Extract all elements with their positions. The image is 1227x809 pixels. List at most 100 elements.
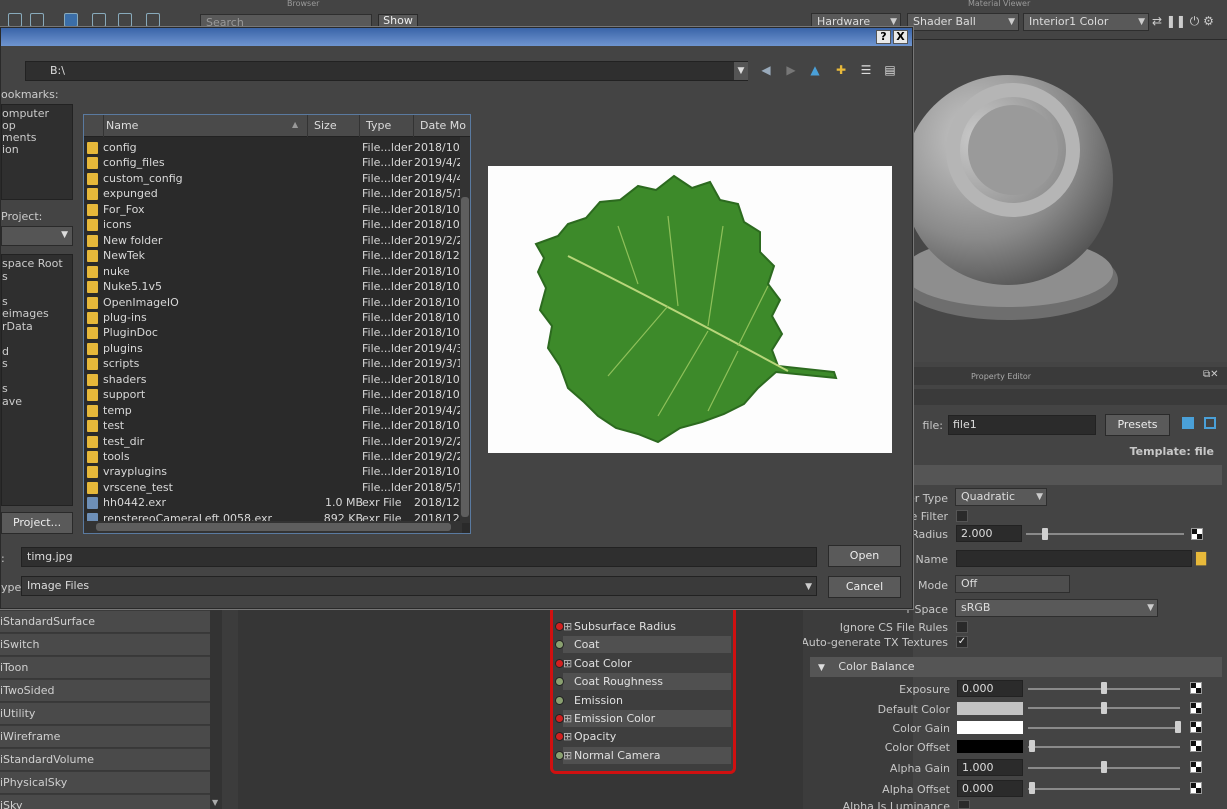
project-folder-item[interactable]: eimages: [2, 308, 49, 320]
file-row[interactable]: test_dir File...lder 2019/2/2: [84, 434, 462, 450]
node-attribute-row[interactable]: ⊞ Opacity: [555, 728, 731, 745]
default-color-handle[interactable]: [1101, 702, 1107, 714]
color-balance-section[interactable]: ▼ Color Balance: [810, 657, 1222, 677]
file-row[interactable]: vrscene_test File...lder 2018/5/1: [84, 480, 462, 496]
shader-list-item[interactable]: iPhysicalSky: [0, 772, 210, 794]
geometry-dropdown[interactable]: Shader Ball ▼: [907, 13, 1019, 31]
expand-plus-icon[interactable]: ⊞: [563, 747, 572, 764]
file-row[interactable]: plugins File...lder 2019/4/3: [84, 341, 462, 357]
exposure-handle[interactable]: [1101, 682, 1107, 694]
focus-icon[interactable]: [1182, 417, 1194, 429]
map-checker-icon[interactable]: [1190, 702, 1202, 714]
file-list[interactable]: Name Size Type Date Mo ▲ config File...ld…: [83, 114, 471, 534]
node-attribute-row[interactable]: Emission: [555, 692, 731, 709]
toolbar-icon[interactable]: [92, 13, 106, 27]
alpha-is-luminance-checkbox[interactable]: [958, 800, 970, 809]
alpha-offset-handle[interactable]: [1029, 782, 1035, 794]
map-checker-icon[interactable]: [1191, 528, 1203, 540]
color-gain-swatch[interactable]: [957, 721, 1023, 734]
default-color-swatch[interactable]: [957, 702, 1023, 715]
forward-icon[interactable]: ▶: [783, 62, 799, 78]
node-attribute-row[interactable]: ⊞ Normal Camera: [555, 746, 731, 764]
connection-port-icon[interactable]: [555, 677, 564, 687]
expand-plus-icon[interactable]: ⊞: [563, 710, 572, 727]
file-row[interactable]: expunged File...lder 2018/5/1: [84, 186, 462, 202]
column-size[interactable]: Size: [308, 115, 360, 137]
expand-plus-icon[interactable]: ⊞: [563, 618, 572, 635]
show-button[interactable]: Show: [378, 14, 418, 28]
back-icon[interactable]: ◀: [758, 62, 774, 78]
shader-list-item[interactable]: iWireframe: [0, 726, 210, 748]
filter-radius-slider[interactable]: [1026, 533, 1184, 535]
shader-list-item[interactable]: iSwitch: [0, 634, 210, 656]
toolbar-all-icon[interactable]: [64, 13, 78, 27]
file-row[interactable]: nuke File...lder2018/10/1: [84, 264, 462, 280]
shader-list-item[interactable]: iTwoSided: [0, 680, 210, 702]
presets-button[interactable]: Presets: [1105, 414, 1170, 436]
exposure-field[interactable]: 0.000: [957, 680, 1023, 697]
file-row[interactable]: temp File...lder 2019/4/2: [84, 403, 462, 419]
shader-list-item[interactable]: iUtility: [0, 703, 210, 725]
color-offset-handle[interactable]: [1029, 740, 1035, 752]
map-checker-icon[interactable]: [1190, 782, 1202, 794]
float-icon[interactable]: ⧉✕: [1203, 369, 1219, 380]
look-in-combo[interactable]: B:\: [25, 61, 748, 81]
file-row[interactable]: PluginDoc File...lder2018/10/1: [84, 325, 462, 341]
column-date[interactable]: Date Mo: [414, 115, 470, 137]
project-folder-item[interactable]: d: [2, 345, 9, 358]
project-dropdown[interactable]: ▼: [1, 226, 73, 246]
file-row[interactable]: config File...lder2018/10/1: [84, 140, 462, 156]
file-row[interactable]: tools File...lder 2019/2/2: [84, 449, 462, 465]
toolbar-icon[interactable]: [118, 13, 132, 27]
copy-tab-icon[interactable]: [1204, 417, 1216, 429]
material-viewer[interactable]: [913, 40, 1227, 362]
ignore-cs-checkbox[interactable]: [956, 621, 968, 633]
file-row[interactable]: NewTek File...lder2018/12/1: [84, 248, 462, 264]
detail-view-icon[interactable]: ▤: [882, 62, 898, 78]
toolbar-icon[interactable]: [8, 13, 22, 27]
node-attribute-row[interactable]: ⊞ Coat Color: [555, 655, 731, 672]
alpha-gain-handle[interactable]: [1101, 761, 1107, 773]
up-folder-icon[interactable]: ▲: [807, 62, 823, 78]
pre-filter-checkbox[interactable]: [956, 510, 968, 522]
file-type-dropdown[interactable]: Image Files ▼: [21, 576, 817, 596]
tiling-mode-dropdown[interactable]: Off: [955, 575, 1070, 593]
project-folder-item[interactable]: s: [2, 358, 8, 370]
project-folder-item[interactable]: s: [2, 270, 8, 283]
file-row[interactable]: config_files File...lder 2019/4/2: [84, 155, 462, 171]
expand-plus-icon[interactable]: ⊞: [563, 655, 572, 672]
image-name-field[interactable]: [956, 550, 1192, 567]
file-row[interactable]: For_Fox File...lder2018/10/1: [84, 202, 462, 218]
file-row[interactable]: OpenImageIO File...lder2018/10/1: [84, 295, 462, 311]
node-attribute-row[interactable]: ⊞ Emission Color: [555, 710, 731, 727]
map-checker-icon[interactable]: [1190, 682, 1202, 694]
vscroll-thumb[interactable]: [461, 197, 469, 517]
alpha-offset-field[interactable]: 0.000: [957, 780, 1023, 797]
file-row[interactable]: plug-ins File...lder2018/10/1: [84, 310, 462, 326]
filter-radius-handle[interactable]: [1042, 528, 1048, 540]
new-folder-icon[interactable]: ✚: [833, 62, 849, 78]
help-button[interactable]: ?: [876, 30, 891, 44]
browser-search-input[interactable]: Search: [200, 14, 372, 29]
close-button[interactable]: X: [893, 30, 908, 44]
dialog-title-bar[interactable]: ? X: [1, 28, 912, 46]
bookmarks-list[interactable]: omputer op ments ion: [1, 104, 73, 200]
node-attribute-row[interactable]: Coat Roughness: [555, 673, 731, 691]
column-type[interactable]: Type: [360, 115, 414, 137]
toolbar-icon[interactable]: [30, 13, 44, 27]
file-row[interactable]: hh0442.exr 1.0 MB exr File 2018/12/: [84, 495, 462, 511]
file-list-vscroll[interactable]: [460, 137, 470, 523]
color-gain-handle[interactable]: [1175, 721, 1181, 733]
project-folder-item[interactable]: space Root: [2, 258, 63, 270]
file-row[interactable]: vrayplugins File...lder2018/10/1: [84, 464, 462, 480]
shader-list-item[interactable]: iSky: [0, 795, 210, 809]
file-row[interactable]: shaders File...lder2018/10/1: [84, 372, 462, 388]
expand-plus-icon[interactable]: ⊞: [563, 728, 572, 745]
shader-list-item[interactable]: iStandardVolume: [0, 749, 210, 771]
file-row[interactable]: icons File...lder2018/10/1: [84, 217, 462, 233]
alpha-gain-field[interactable]: 1.000: [957, 759, 1023, 776]
color-space-dropdown[interactable]: sRGB ▼: [955, 599, 1158, 617]
connection-port-icon[interactable]: [555, 695, 564, 705]
map-checker-icon[interactable]: [1190, 740, 1202, 752]
node-attribute-row[interactable]: ⊞ Subsurface Radius: [555, 618, 731, 635]
